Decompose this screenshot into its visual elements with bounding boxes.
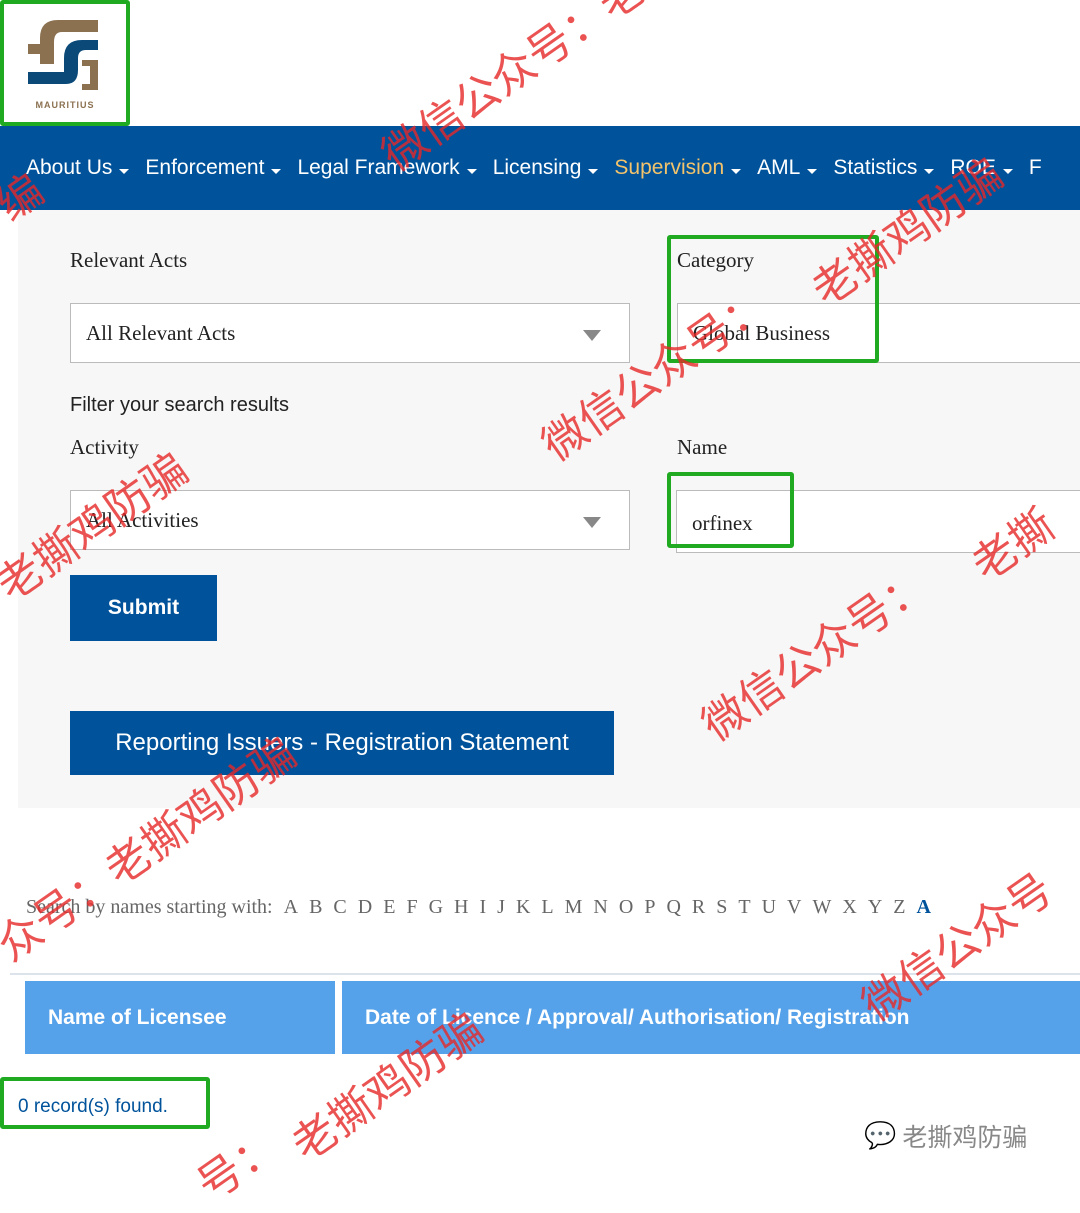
letter-link[interactable]: E (383, 896, 395, 919)
name-value: orfinex (692, 511, 753, 535)
submit-button[interactable]: Submit (70, 575, 217, 641)
reporting-issuers-button[interactable]: Reporting Issuers - Registration Stateme… (70, 711, 614, 775)
wechat-icon: 💬 (864, 1121, 897, 1151)
relevant-acts-value: All Relevant Acts (86, 320, 236, 345)
alphabet-filter: Search by names starting with: ABCDEFGHI… (26, 896, 931, 919)
nav-item-supervision[interactable]: Supervision (614, 156, 742, 180)
dropdown-arrow-icon (583, 330, 601, 341)
nav-item-roe[interactable]: ROE (950, 156, 1013, 180)
name-label: Name (677, 435, 728, 459)
letter-link[interactable]: D (358, 896, 372, 919)
letter-link[interactable]: I (479, 896, 486, 919)
activity-value: All Activities (86, 507, 199, 532)
name-input[interactable]: orfinex (676, 490, 1080, 553)
letter-link[interactable]: U (762, 896, 776, 919)
letter-link[interactable]: W (812, 896, 831, 919)
nav-item-label: ROE (950, 156, 996, 179)
nav-item-enforcement[interactable]: Enforcement (145, 156, 282, 180)
nav-item-legal-framework[interactable]: Legal Framework (297, 156, 477, 180)
caret-down-icon (271, 168, 282, 174)
letter-link[interactable]: H (454, 896, 468, 919)
relevant-acts-select[interactable]: All Relevant Acts (70, 303, 630, 363)
caret-down-icon (1002, 168, 1013, 174)
letter-link[interactable]: Q (666, 896, 680, 919)
records-found: 0 record(s) found. (18, 1096, 168, 1117)
caret-down-icon (924, 168, 935, 174)
filter-label: Filter your search results (70, 394, 289, 416)
letter-link[interactable]: C (333, 896, 346, 919)
nav-item-label: Legal Framework (297, 156, 460, 179)
letter-link[interactable]: K (516, 896, 530, 919)
letter-link[interactable]: A (917, 896, 931, 919)
category-label: Category (677, 248, 754, 272)
letter-link[interactable]: A (284, 896, 298, 919)
nav-item-aml[interactable]: AML (757, 156, 818, 180)
main-nav: About Us Enforcement Legal Framework Licens… (0, 126, 1080, 210)
category-value: Global Business (693, 320, 831, 345)
nav-item-label: About Us (26, 156, 113, 179)
letter-link[interactable]: X (842, 896, 856, 919)
letter-link[interactable]: J (497, 896, 505, 919)
fsc-logo[interactable]: MAURITIUS (0, 0, 130, 126)
nav-item-label: Enforcement (145, 156, 265, 179)
nav-item-label: AML (757, 156, 801, 179)
search-panel: Relevant Acts All Relevant Acts Category… (18, 210, 1080, 808)
letter-link[interactable]: O (619, 896, 633, 919)
footer-watermark: 💬 老撕鸡防骗 (864, 1118, 1027, 1154)
category-select[interactable]: Global Business (677, 303, 1080, 363)
logo-text: MAURITIUS (35, 100, 95, 110)
nav-item-about-us[interactable]: About Us (26, 156, 130, 180)
letter-link[interactable]: N (593, 896, 607, 919)
activity-label: Activity (70, 435, 139, 459)
letter-link[interactable]: Z (893, 896, 905, 919)
letter-link[interactable]: L (541, 896, 553, 919)
caret-down-icon (466, 168, 477, 174)
letter-link[interactable]: S (716, 896, 727, 919)
fsc-logo-mark (28, 20, 98, 90)
watermark-text: 号： (187, 1119, 290, 1212)
nav-item-licensing[interactable]: Licensing (493, 156, 599, 180)
caret-down-icon (807, 168, 818, 174)
caret-down-icon (588, 168, 599, 174)
letter-link[interactable]: Y (868, 896, 882, 919)
relevant-acts-label: Relevant Acts (70, 248, 188, 272)
nav-item-label: Licensing (492, 156, 582, 179)
letter-link[interactable]: F (406, 896, 417, 919)
dropdown-arrow-icon (583, 517, 601, 528)
nav-item-statistics[interactable]: Statistics (833, 156, 935, 180)
letter-link[interactable]: V (787, 896, 801, 919)
column-header-name[interactable]: Name of Licensee (25, 981, 335, 1054)
nav-item-label: F (1028, 156, 1042, 179)
caret-down-icon (119, 168, 130, 174)
nav-item-f[interactable]: F (1029, 156, 1042, 180)
footer-watermark-text: 老撕鸡防骗 (902, 1123, 1028, 1152)
letter-link[interactable]: B (309, 896, 322, 919)
nav-item-label: Supervision (614, 156, 725, 179)
letter-link[interactable]: T (738, 896, 750, 919)
letter-link[interactable]: M (565, 896, 583, 919)
column-header-date[interactable]: Date of Licence / Approval/ Authorisatio… (342, 981, 1080, 1054)
alphabet-label: Search by names starting with: (26, 896, 273, 918)
divider (10, 973, 1080, 975)
activity-select[interactable]: All Activities (70, 490, 630, 550)
letter-link[interactable]: P (644, 896, 655, 919)
caret-down-icon (731, 168, 742, 174)
nav-item-label: Statistics (833, 156, 918, 179)
letter-link[interactable]: R (692, 896, 705, 919)
letter-link[interactable]: G (429, 896, 443, 919)
